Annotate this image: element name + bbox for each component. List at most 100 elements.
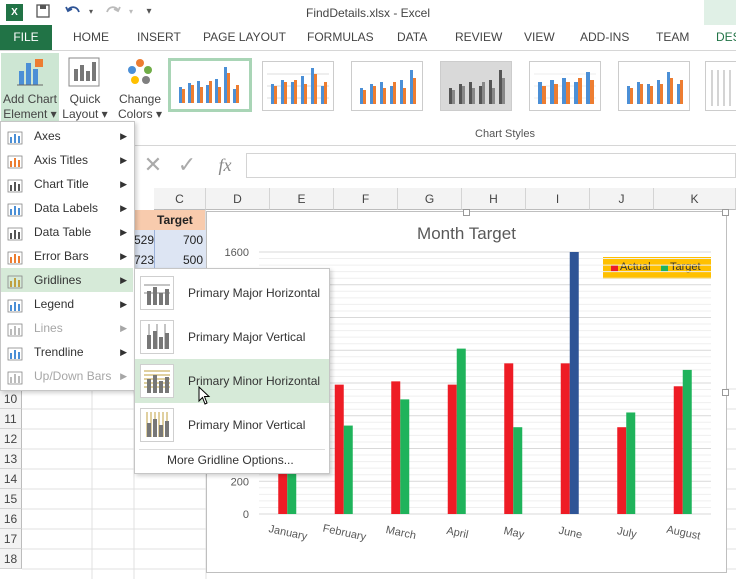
column-header-g[interactable]: G bbox=[398, 188, 462, 210]
row-header-11[interactable]: 11 bbox=[0, 409, 22, 429]
chart-resize-handle-top-right[interactable] bbox=[722, 209, 729, 216]
menu-item-label: Error Bars bbox=[34, 249, 89, 263]
more-gridline-options-link[interactable]: More Gridline Options... bbox=[167, 453, 294, 467]
chart-style-2[interactable] bbox=[262, 61, 334, 111]
menu-item-label: Axis Titles bbox=[34, 153, 89, 167]
add-chart-element-menu: Axes ▶ Axis Titles ▶ Chart Title ▶ Data Labels… bbox=[0, 121, 135, 391]
submenu-arrow-icon: ▶ bbox=[120, 323, 127, 333]
bar-actual-july[interactable] bbox=[617, 427, 627, 514]
menu-item-axes[interactable]: Axes ▶ bbox=[1, 124, 133, 148]
tab-data[interactable]: DATA bbox=[397, 25, 427, 50]
quick-layout-button[interactable]: Quick Layout ▾ bbox=[60, 53, 110, 121]
menu-item-gridlines[interactable]: Gridlines ▶ bbox=[1, 268, 133, 292]
menu-item-up-down-bars: Up/Down Bars ▶ bbox=[1, 364, 133, 388]
tab-home[interactable]: HOME bbox=[73, 25, 109, 50]
tab-view[interactable]: VIEW bbox=[524, 25, 555, 50]
menu-item-label: Chart Title bbox=[34, 177, 89, 191]
submenu-item-primary-major-horizontal[interactable]: Primary Major Horizontal bbox=[135, 271, 329, 315]
column-header-i[interactable]: I bbox=[526, 188, 590, 210]
submenu-separator bbox=[139, 449, 325, 450]
bar-target-february[interactable] bbox=[343, 425, 353, 514]
bar-target-april[interactable] bbox=[456, 348, 466, 514]
chart-style-3[interactable] bbox=[351, 61, 423, 111]
menu-item-data-labels[interactable]: Data Labels ▶ bbox=[1, 196, 133, 220]
bar-actual-march[interactable] bbox=[391, 381, 401, 514]
x-tick-label: May bbox=[502, 525, 525, 541]
chart-style-4[interactable] bbox=[440, 61, 512, 111]
menu-item-axis-titles[interactable]: Axis Titles ▶ bbox=[1, 148, 133, 172]
insert-function-icon[interactable]: fx bbox=[212, 152, 238, 178]
column-header-e[interactable]: E bbox=[270, 188, 334, 210]
chart-style-5[interactable] bbox=[529, 61, 601, 111]
chart-resize-handle-top[interactable] bbox=[463, 209, 470, 216]
column-header-f[interactable]: F bbox=[334, 188, 398, 210]
bar-target-march[interactable] bbox=[400, 399, 410, 514]
menu-item-legend[interactable]: Legend ▶ bbox=[1, 292, 133, 316]
enter-formula-icon[interactable]: ✓ bbox=[176, 152, 198, 178]
change-colors-button[interactable]: Change Colors ▾ bbox=[115, 53, 165, 121]
bar-actual-june[interactable] bbox=[560, 363, 570, 514]
tab-team[interactable]: TEAM bbox=[656, 25, 689, 50]
tab-accent bbox=[704, 0, 736, 25]
chart-style-7[interactable] bbox=[705, 61, 736, 111]
menu-item-label: Gridlines bbox=[34, 273, 82, 287]
tab-add-ins[interactable]: ADD-INS bbox=[580, 25, 629, 50]
major-vertical-gridlines-icon bbox=[140, 320, 174, 354]
bar-target-august[interactable] bbox=[682, 369, 692, 514]
bar-target-may[interactable] bbox=[513, 427, 523, 514]
row-header-10[interactable]: 10 bbox=[0, 389, 22, 409]
row-header-17[interactable]: 17 bbox=[0, 529, 22, 549]
submenu-arrow-icon: ▶ bbox=[120, 251, 127, 261]
chart-resize-handle-right[interactable] bbox=[722, 389, 729, 396]
window-title: FindDetails.xlsx - Excel bbox=[305, 6, 431, 20]
gridlines-icon bbox=[7, 273, 23, 289]
legend-icon bbox=[7, 297, 23, 313]
row-header-16[interactable]: 16 bbox=[0, 509, 22, 529]
menu-item-chart-title[interactable]: Chart Title ▶ bbox=[1, 172, 133, 196]
submenu-arrow-icon: ▶ bbox=[120, 203, 127, 213]
row-header-14[interactable]: 14 bbox=[0, 469, 22, 489]
menu-item-error-bars[interactable]: Error Bars ▶ bbox=[1, 244, 133, 268]
submenu-item-primary-minor-vertical[interactable]: Primary Minor Vertical bbox=[135, 403, 329, 447]
gridlines-submenu: Primary Major Horizontal Primary Major Ve… bbox=[134, 268, 330, 474]
axes-icon bbox=[7, 129, 23, 145]
chart-style-6[interactable] bbox=[618, 61, 690, 111]
column-header-c[interactable]: C bbox=[154, 188, 206, 210]
column-header-h[interactable]: H bbox=[462, 188, 526, 210]
bar-target-june[interactable] bbox=[569, 252, 579, 514]
tab-file[interactable]: FILE bbox=[0, 25, 52, 50]
chart-style-1[interactable] bbox=[168, 58, 252, 112]
tab-formulas[interactable]: FORMULAS bbox=[307, 25, 374, 50]
row-header-15[interactable]: 15 bbox=[0, 489, 22, 509]
bar-target-july[interactable] bbox=[626, 412, 636, 514]
submenu-item-primary-major-vertical[interactable]: Primary Major Vertical bbox=[135, 315, 329, 359]
bar-actual-april[interactable] bbox=[447, 384, 457, 514]
submenu-arrow-icon: ▶ bbox=[120, 371, 127, 381]
column-header-d[interactable]: D bbox=[206, 188, 270, 210]
change-colors-label-2: Colors ▾ bbox=[117, 107, 163, 121]
add-chart-element-label-1: Add Chart bbox=[2, 92, 58, 106]
row-header-13[interactable]: 13 bbox=[0, 449, 22, 469]
row-header-18[interactable]: 18 bbox=[0, 549, 22, 569]
tab-review[interactable]: REVIEW bbox=[455, 25, 502, 50]
tab-insert[interactable]: INSERT bbox=[137, 25, 181, 50]
row-header-12[interactable]: 12 bbox=[0, 429, 22, 449]
menu-item-label: Trendline bbox=[34, 345, 84, 359]
chart-title-icon bbox=[7, 177, 23, 193]
column-header-k[interactable]: K bbox=[654, 188, 736, 210]
menu-item-lines: Lines ▶ bbox=[1, 316, 133, 340]
tab-design[interactable]: DES bbox=[716, 25, 736, 50]
cancel-formula-icon[interactable]: ✕ bbox=[142, 152, 164, 178]
bar-actual-august[interactable] bbox=[673, 386, 683, 514]
bar-actual-february[interactable] bbox=[334, 384, 344, 514]
submenu-item-label: Primary Minor Vertical bbox=[188, 418, 306, 432]
column-header-j[interactable]: J bbox=[590, 188, 654, 210]
submenu-item-primary-minor-horizontal[interactable]: Primary Minor Horizontal bbox=[135, 359, 329, 403]
bar-actual-may[interactable] bbox=[504, 363, 514, 514]
menu-item-trendline[interactable]: Trendline ▶ bbox=[1, 340, 133, 364]
formula-input[interactable] bbox=[246, 153, 736, 178]
tab-page-layout[interactable]: PAGE LAYOUT bbox=[203, 25, 286, 50]
add-chart-element-button[interactable]: Add Chart Element ▾ bbox=[1, 53, 59, 121]
submenu-arrow-icon: ▶ bbox=[120, 299, 127, 309]
menu-item-data-table[interactable]: Data Table ▶ bbox=[1, 220, 133, 244]
